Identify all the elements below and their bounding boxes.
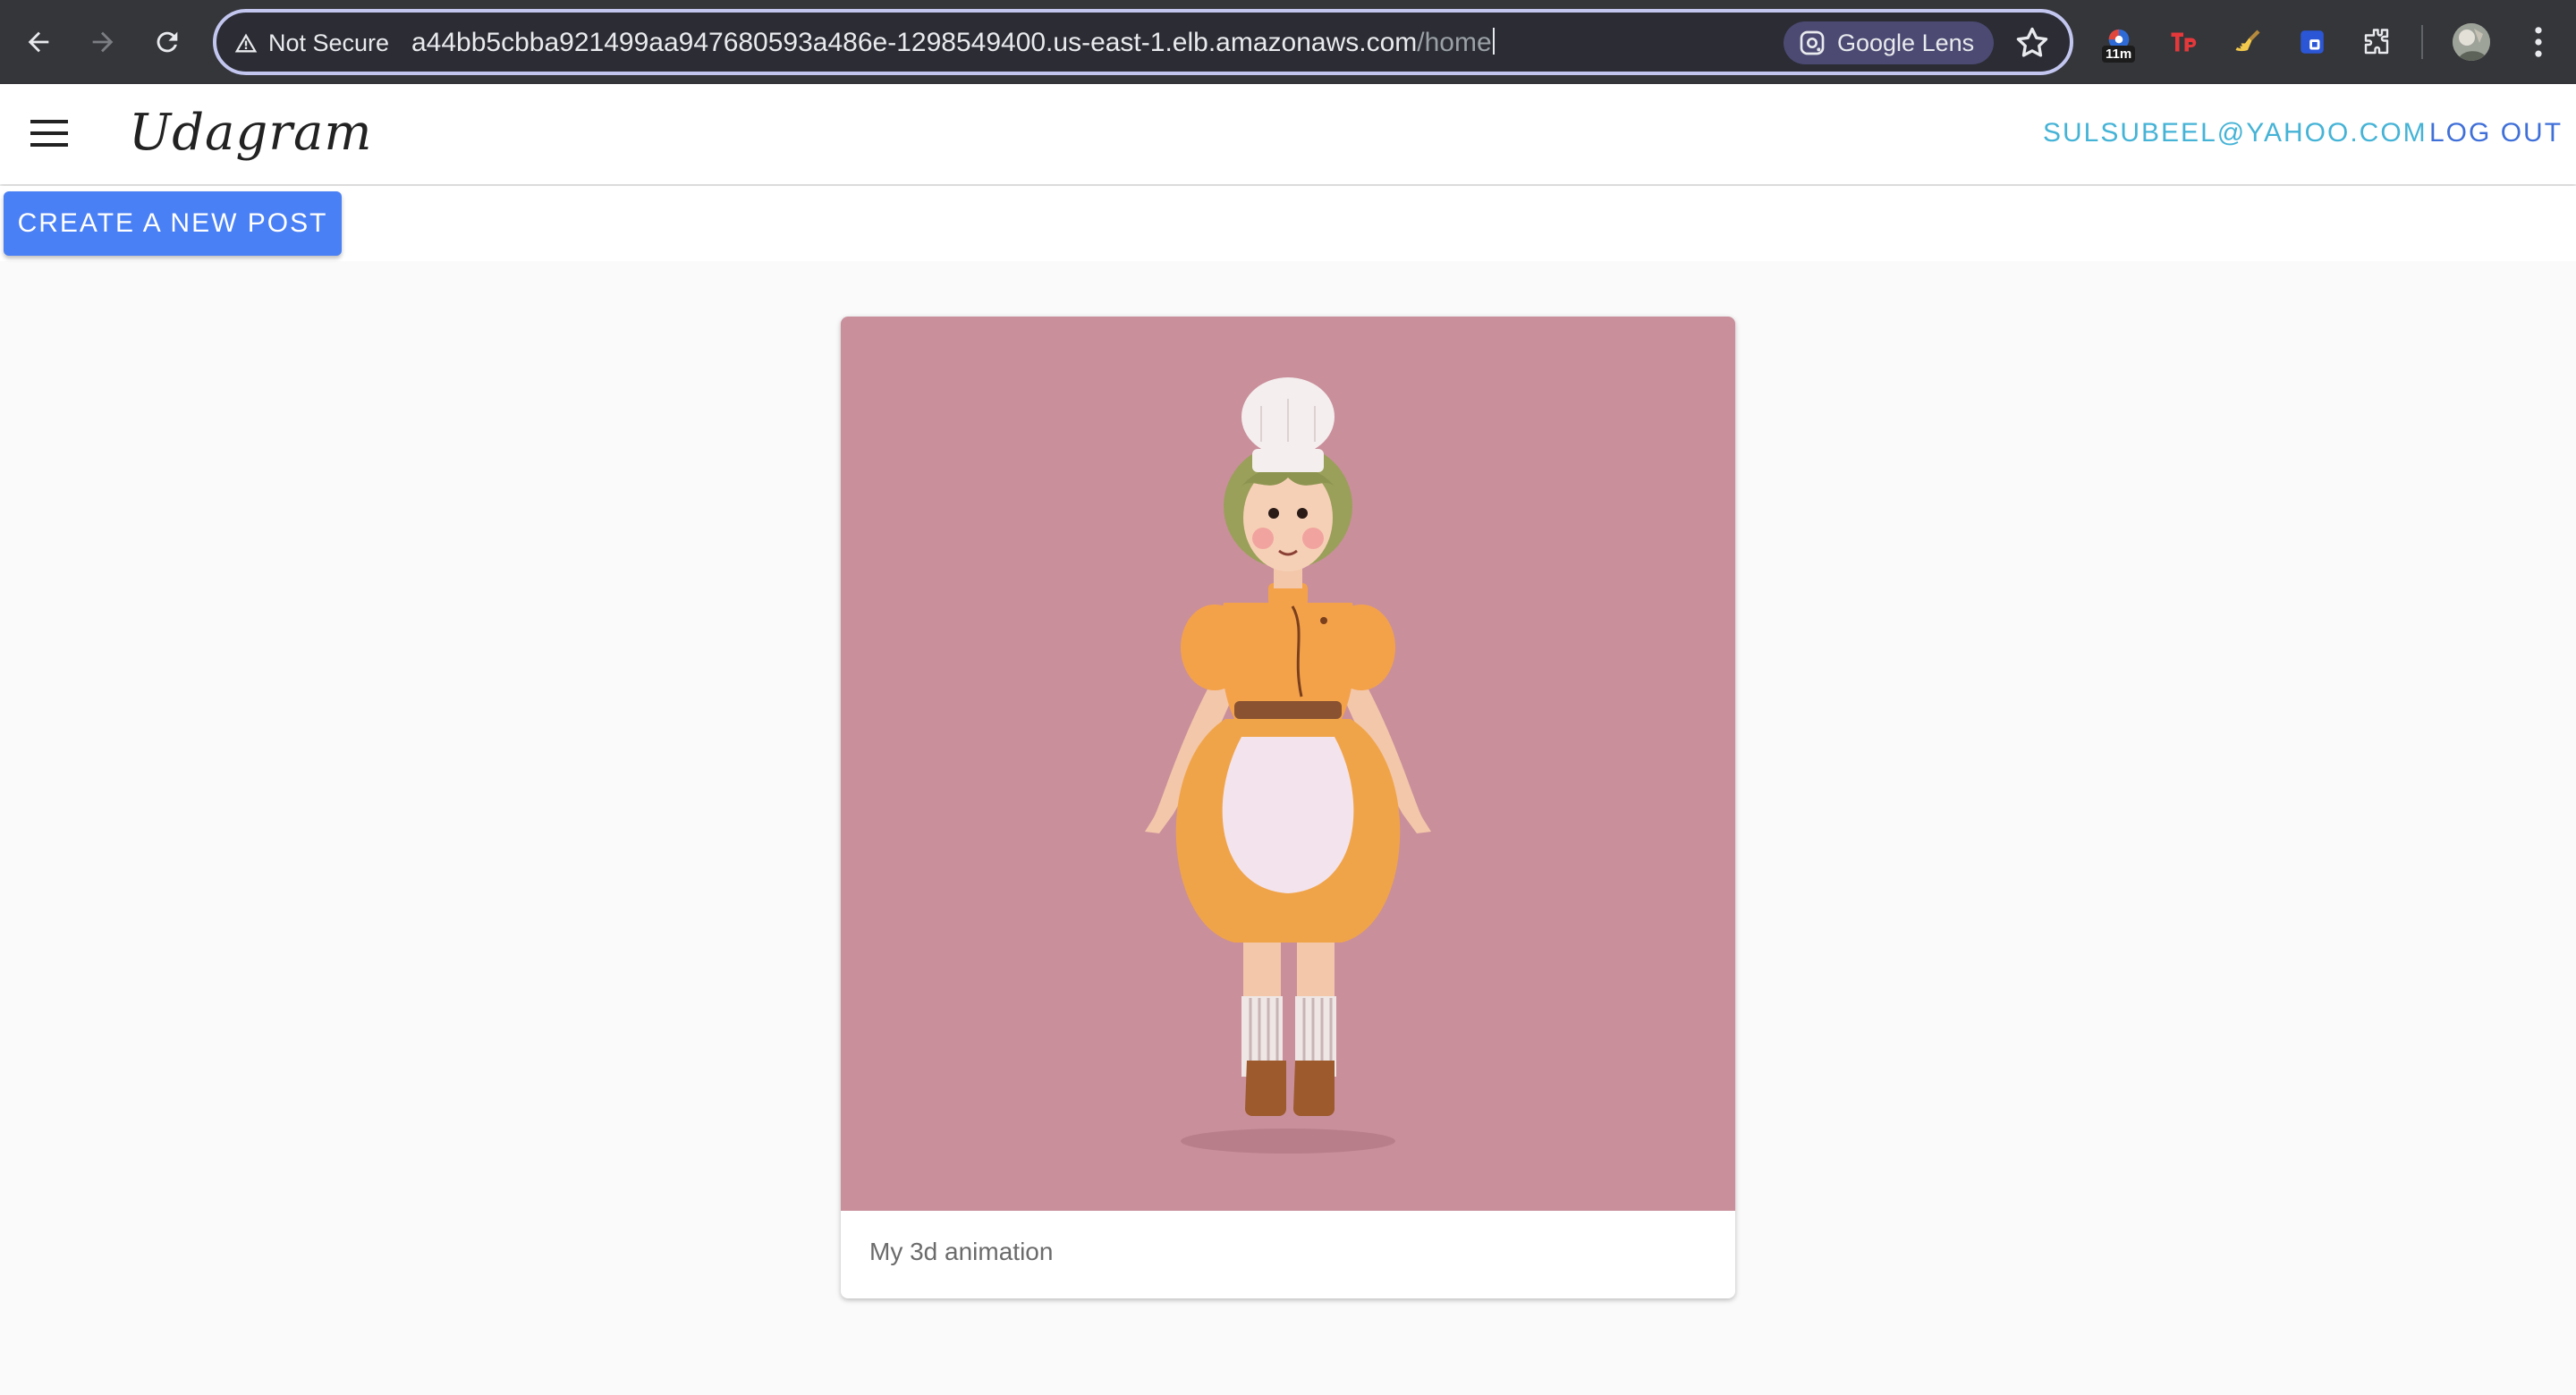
user-email-link[interactable]: SULSUBEEL@YAHOO.COM: [2043, 118, 2428, 148]
broom-extension-icon: [2235, 30, 2260, 52]
google-lens-button[interactable]: Google Lens: [1784, 21, 1995, 64]
shield-extension-icon: [2301, 30, 2324, 54]
star-icon[interactable]: [2012, 23, 2052, 63]
extension-timer[interactable]: 11m: [2097, 20, 2141, 64]
logout-link[interactable]: LOG OUT: [2429, 118, 2563, 148]
tp-extension-icon: [2171, 32, 2197, 52]
reload-button[interactable]: [143, 18, 191, 66]
app-header: Udagram SULSUBEEL@YAHOO.COM LOG OUT: [0, 84, 2576, 184]
extensions-button[interactable]: [2354, 20, 2399, 64]
post-image: [841, 317, 1735, 1211]
extension-badge: 11m: [2102, 46, 2136, 63]
back-icon: [28, 31, 49, 53]
extension-shield[interactable]: [2290, 20, 2334, 64]
reload-icon: [157, 31, 178, 53]
url-text[interactable]: a44bb5cbba921499aa947680593a486e-1298549…: [411, 26, 1495, 60]
warning-icon: [234, 33, 258, 53]
address-bar[interactable]: Not Secure a44bb5cbba921499aa947680593a4…: [213, 9, 2073, 75]
toolbar-divider: [2421, 25, 2423, 59]
google-lens-icon: [1800, 30, 1825, 55]
url-host: a44bb5cbba921499aa947680593a486e-1298549…: [411, 28, 1418, 57]
chef-character-illustration: [1145, 377, 1431, 1154]
post-caption: My 3d animation: [869, 1238, 1054, 1265]
app-brand[interactable]: Udagram: [129, 104, 373, 162]
google-lens-label: Google Lens: [1837, 29, 1975, 56]
kebab-menu-icon[interactable]: [2521, 21, 2556, 63]
back-button[interactable]: [14, 18, 63, 66]
security-label[interactable]: Not Secure: [268, 27, 389, 59]
url-path: /home: [1417, 28, 1492, 57]
extensions-icon: [2364, 29, 2389, 55]
create-post-button[interactable]: CREATE A NEW POST: [4, 191, 342, 256]
extension-broom[interactable]: [2225, 20, 2270, 64]
browser-toolbar: Not Secure a44bb5cbba921499aa947680593a4…: [0, 0, 2576, 84]
hamburger-menu-icon[interactable]: [30, 116, 68, 150]
extension-tp[interactable]: [2161, 20, 2206, 64]
feed-card: My 3d animation: [841, 317, 1735, 1298]
profile-avatar[interactable]: [2453, 23, 2490, 61]
forward-button[interactable]: [79, 18, 127, 66]
avatar-photo-icon: [2453, 23, 2490, 61]
text-caret: [1492, 28, 1495, 55]
action-toolbar: CREATE A NEW POST: [0, 186, 2576, 261]
forward-icon: [92, 31, 114, 53]
